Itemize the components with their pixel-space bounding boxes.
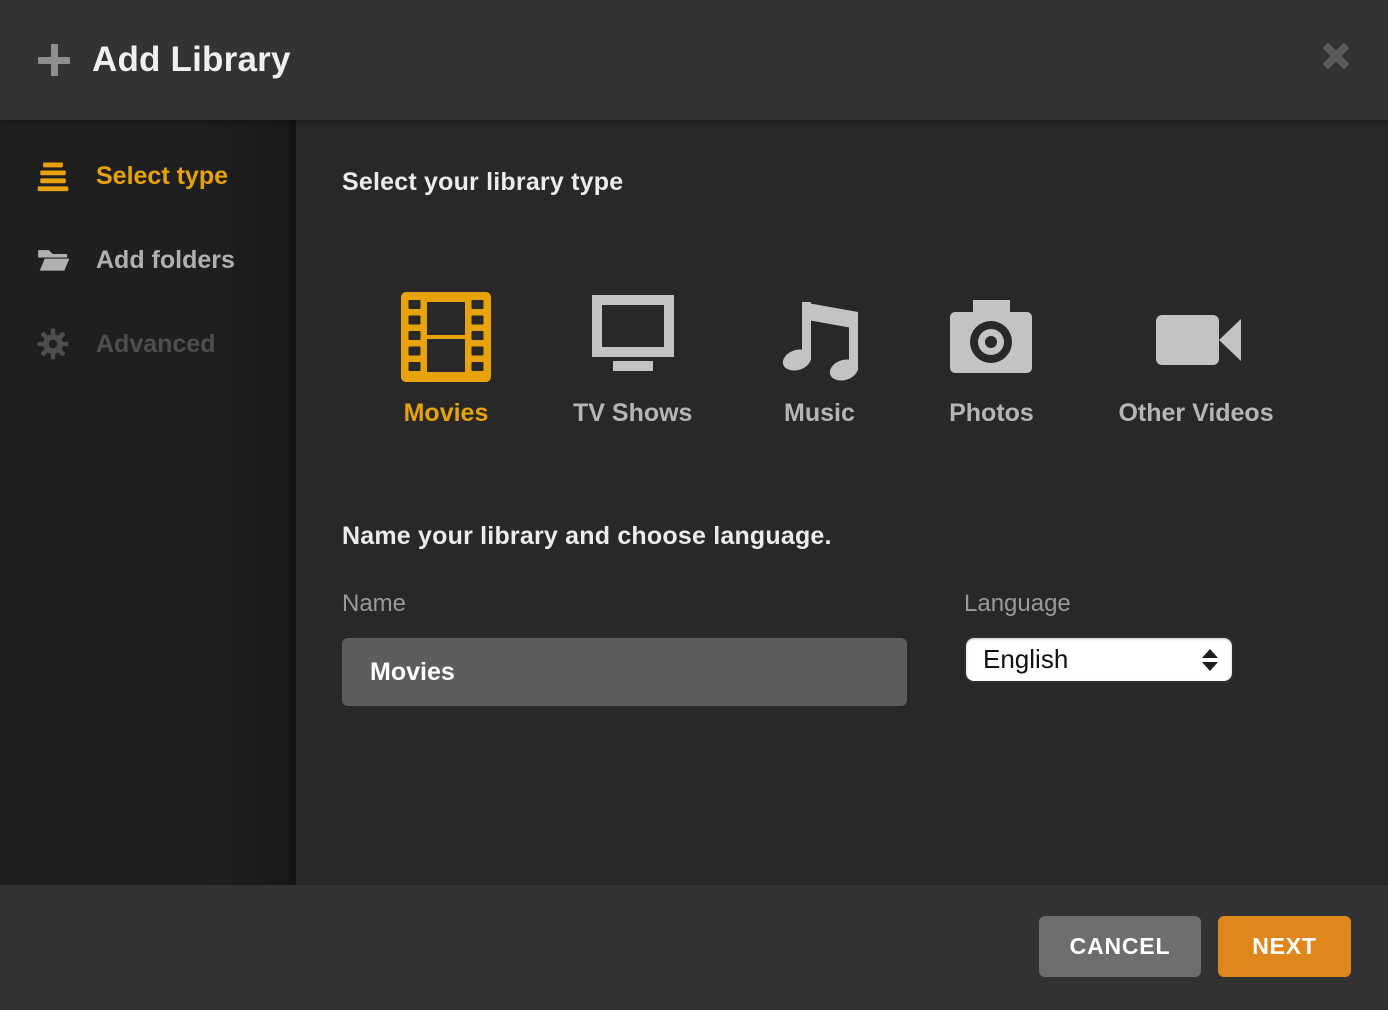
dialog-footer: CANCEL NEXT bbox=[0, 885, 1388, 1010]
sidebar-item-add-folders[interactable]: Add folders bbox=[0, 218, 289, 302]
sidebar-item-label: Select type bbox=[96, 162, 228, 191]
library-type-label: TV Shows bbox=[573, 399, 692, 428]
video-camera-icon bbox=[1151, 292, 1241, 382]
dialog-title: Add Library bbox=[92, 40, 291, 80]
library-type-label: Movies bbox=[404, 399, 489, 428]
language-select-value: English bbox=[983, 644, 1068, 675]
name-field-label: Name bbox=[342, 590, 406, 618]
select-type-heading: Select your library type bbox=[342, 168, 623, 197]
sidebar-item-label: Add folders bbox=[96, 246, 235, 275]
cancel-button[interactable]: CANCEL bbox=[1039, 916, 1201, 977]
gear-icon bbox=[36, 327, 70, 361]
music-note-icon bbox=[774, 292, 864, 382]
close-icon[interactable] bbox=[1320, 40, 1352, 72]
language-select[interactable]: English bbox=[964, 636, 1234, 683]
library-type-label: Other Videos bbox=[1118, 399, 1273, 428]
select-arrows-icon bbox=[1202, 649, 1218, 671]
library-type-label: Photos bbox=[949, 399, 1034, 428]
sidebar-item-advanced[interactable]: Advanced bbox=[0, 302, 289, 386]
folder-open-icon bbox=[36, 243, 70, 277]
library-type-row: Movies TV Shows Music bbox=[401, 292, 1274, 428]
sidebar-item-label: Advanced bbox=[96, 330, 215, 359]
library-type-music[interactable]: Music bbox=[774, 292, 864, 428]
language-field-label: Language bbox=[964, 590, 1071, 618]
sidebar-item-select-type[interactable]: Select type bbox=[0, 134, 289, 218]
camera-icon bbox=[946, 292, 1036, 382]
main-panel: Select your library type bbox=[303, 120, 1388, 885]
name-language-heading: Name your library and choose language. bbox=[342, 522, 832, 551]
library-type-other-videos[interactable]: Other Videos bbox=[1118, 292, 1273, 428]
wizard-steps-sidebar: Select type Add folders bbox=[0, 120, 296, 885]
list-icon bbox=[36, 159, 70, 193]
library-type-tv-shows[interactable]: TV Shows bbox=[573, 292, 692, 428]
library-name-input[interactable] bbox=[342, 638, 907, 706]
dialog-header: Add Library bbox=[0, 0, 1388, 120]
plus-icon bbox=[38, 44, 70, 76]
next-button[interactable]: NEXT bbox=[1218, 916, 1351, 977]
library-type-photos[interactable]: Photos bbox=[946, 292, 1036, 428]
library-type-label: Music bbox=[784, 399, 855, 428]
tv-icon bbox=[588, 292, 678, 382]
library-type-movies[interactable]: Movies bbox=[401, 292, 491, 428]
film-strip-icon bbox=[401, 292, 491, 382]
